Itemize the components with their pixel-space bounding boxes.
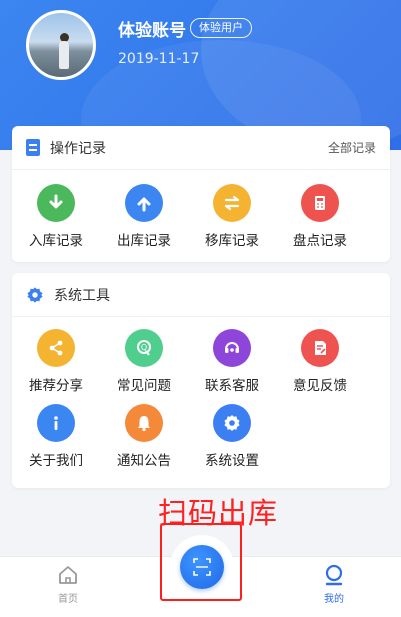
record-item-label: 入库记录 <box>29 233 83 249</box>
tool-item-label: 关于我们 <box>29 453 83 469</box>
tool-item-about[interactable]: 关于我们 <box>12 404 100 469</box>
avatar[interactable] <box>26 10 96 80</box>
user-type-badge: 体验用户 <box>190 18 252 38</box>
record-item-label: 盘点记录 <box>293 233 347 249</box>
tool-item-label: 意见反馈 <box>293 378 347 394</box>
tab-mine[interactable]: 我的 <box>304 563 364 605</box>
system-tools-title: 系统工具 <box>54 287 110 304</box>
record-item-label: 出库记录 <box>117 233 171 249</box>
operation-records-card: 操作记录 全部记录 入库记录 出库记录 移库记录 盘点记录 <box>12 126 390 262</box>
share-icon <box>37 329 75 367</box>
info-icon <box>37 404 75 442</box>
tool-item-notice[interactable]: 通知公告 <box>100 404 188 469</box>
record-item-label: 移库记录 <box>205 233 259 249</box>
tool-item-share[interactable]: 推荐分享 <box>12 329 100 394</box>
operation-records-header: 操作记录 全部记录 <box>12 126 390 170</box>
calculator-icon <box>301 184 339 222</box>
document-icon <box>26 139 40 156</box>
record-item-stocktake[interactable]: 盘点记录 <box>276 184 364 249</box>
user-name: 体验账号 <box>118 21 186 41</box>
system-tools-grid: 推荐分享 Q 常见问题 联系客服 意见反馈 关于我们 通知公告 系统设置 <box>12 317 390 469</box>
tab-home-label: 首页 <box>58 594 78 605</box>
operation-records-grid: 入库记录 出库记录 移库记录 盘点记录 <box>12 170 390 249</box>
tab-home[interactable]: 首页 <box>38 563 98 605</box>
gear-icon <box>27 286 43 303</box>
tab-mine-label: 我的 <box>324 594 344 605</box>
gear-icon <box>213 404 251 442</box>
bell-icon <box>125 404 163 442</box>
avatar-figure <box>59 41 69 69</box>
feedback-icon <box>301 329 339 367</box>
transfer-arrows-icon <box>213 184 251 222</box>
record-item-outbound[interactable]: 出库记录 <box>100 184 188 249</box>
faq-icon: Q <box>125 329 163 367</box>
all-records-link[interactable]: 全部记录 <box>328 139 376 156</box>
svg-text:Q: Q <box>141 343 147 352</box>
home-icon <box>59 566 77 584</box>
user-icon <box>325 564 343 586</box>
system-tools-header: 系统工具 <box>12 273 390 317</box>
headset-icon <box>213 329 251 367</box>
tool-item-settings[interactable]: 系统设置 <box>188 404 276 469</box>
download-arrow-icon <box>37 184 75 222</box>
record-item-inbound[interactable]: 入库记录 <box>12 184 100 249</box>
tool-item-faq[interactable]: Q 常见问题 <box>100 329 188 394</box>
upload-arrow-icon <box>125 184 163 222</box>
system-tools-card: 系统工具 推荐分享 Q 常见问题 联系客服 意见反馈 关于我们 通知公告 系统设… <box>12 273 390 488</box>
user-date: 2019-11-17 <box>118 51 200 67</box>
tool-item-feedback[interactable]: 意见反馈 <box>276 329 364 394</box>
operation-records-title: 操作记录 <box>50 140 106 157</box>
tool-item-label: 联系客服 <box>205 378 259 394</box>
tool-item-label: 推荐分享 <box>29 378 83 394</box>
tool-item-label: 常见问题 <box>117 378 171 394</box>
tool-item-label: 系统设置 <box>205 453 259 469</box>
tool-item-support[interactable]: 联系客服 <box>188 329 276 394</box>
record-item-transfer[interactable]: 移库记录 <box>188 184 276 249</box>
scan-button-highlight-box <box>160 523 242 601</box>
tool-item-label: 通知公告 <box>117 453 171 469</box>
